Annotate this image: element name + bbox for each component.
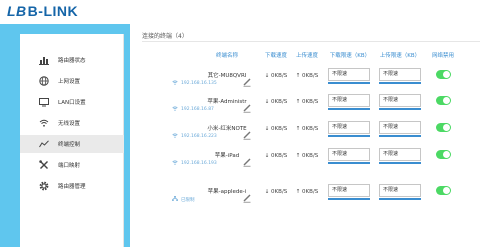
wifi-icon (172, 80, 178, 87)
sidebar-item-lan[interactable]: LAN口设置 (20, 93, 124, 111)
download-limit-input[interactable]: 不限速 (328, 121, 370, 134)
table-row: 苹果-iPad 192.168.16.193 ↓ 0KB/S ↑ 0KB/S 不… (130, 148, 500, 183)
table-row: 苹果-applede-i 已限制 ↓ 0KB/S ↑ 0KB/S 不限速 不限速 (130, 184, 500, 219)
device-name: 苹果-Administr (207, 99, 247, 105)
device-ip: 已限制 (172, 196, 195, 203)
device-ip: 192.168.16.193 (172, 160, 217, 167)
network-toggle[interactable] (436, 186, 451, 195)
download-limit-input[interactable]: 不限速 (328, 68, 370, 81)
top-header: LBB-LINK (0, 0, 500, 24)
upload-limit-input[interactable]: 不限速 (379, 148, 421, 161)
toggle-knob (443, 97, 450, 104)
download-limit-input[interactable]: 不限速 (328, 94, 370, 107)
network-toggle[interactable] (436, 70, 451, 79)
download-limit-slider[interactable] (328, 135, 370, 137)
edit-name-icon[interactable] (242, 152, 252, 167)
chart-bars-icon (38, 54, 50, 66)
wifi-icon (172, 133, 178, 140)
device-name: 小米-红米NOTE (207, 126, 247, 132)
device-name: 苹果-applede-i (207, 189, 247, 195)
sidebar: 路由器状态 上网设置 LAN口设置 无线设置 终端控制 端口映射 路由器管理 (20, 34, 124, 247)
column-header-network-disable: 网络禁用 (431, 53, 455, 59)
download-speed: ↓ 0KB/S (264, 126, 288, 132)
divider (142, 41, 480, 42)
sidebar-item-label: 无线设置 (58, 121, 81, 127)
upload-limit-input[interactable]: 不限速 (379, 184, 421, 197)
network-toggle[interactable] (436, 150, 451, 159)
upload-limit-slider[interactable] (379, 108, 421, 110)
toggle-knob (443, 124, 450, 131)
brand-logo: LBB-LINK (7, 3, 79, 19)
sidebar-item-label: 路由器状态 (58, 58, 86, 64)
upload-limit-slider[interactable] (379, 135, 421, 137)
upload-limit-slider[interactable] (379, 82, 421, 84)
sidebar-item-label: 端口映射 (58, 163, 81, 169)
terminal-panel: 连接的终端（4） 终端名称 下载速度 上传速度 下载限速（KB） 上传限速（KB… (130, 24, 500, 247)
sidebar-item-port-mapping[interactable]: 端口映射 (20, 156, 124, 174)
upload-limit-slider[interactable] (379, 162, 421, 164)
wifi-icon (38, 117, 50, 129)
sidebar-item-label: 上网设置 (58, 79, 81, 85)
sidebar-item-label: 路由器管理 (58, 184, 86, 190)
sidebar-item-internet[interactable]: 上网设置 (20, 72, 124, 90)
device-ip: 192.168.16.223 (172, 133, 217, 140)
download-speed: ↓ 0KB/S (264, 99, 288, 105)
lan-icon (172, 196, 178, 203)
device-ip: 192.168.16.135 (172, 80, 217, 87)
column-header-download-limit: 下载限速（KB） (329, 53, 371, 59)
edit-name-icon[interactable] (242, 98, 252, 113)
upload-limit-input[interactable]: 不限速 (379, 94, 421, 107)
toggle-knob (443, 187, 450, 194)
section-title: 连接的终端（4） (142, 33, 188, 40)
toggle-knob (443, 151, 450, 158)
download-speed: ↓ 0KB/S (264, 189, 288, 195)
upload-limit-slider[interactable] (379, 198, 421, 200)
edit-name-icon[interactable] (242, 188, 252, 203)
column-header-device-name: 终端名称 (215, 53, 239, 59)
column-header-upload-limit: 上传限速（KB） (379, 53, 421, 59)
download-limit-input[interactable]: 不限速 (328, 184, 370, 197)
globe-icon (38, 75, 50, 87)
sidebar-item-router-management[interactable]: 路由器管理 (20, 177, 124, 195)
download-speed: ↓ 0KB/S (264, 153, 288, 159)
wifi-icon (172, 160, 178, 167)
device-name: 苹果-iPad (214, 153, 240, 159)
upload-speed: ↑ 0KB/S (295, 189, 319, 195)
gear-icon (38, 180, 50, 192)
upload-speed: ↑ 0KB/S (295, 153, 319, 159)
tools-icon (38, 159, 50, 171)
upload-speed: ↑ 0KB/S (295, 99, 319, 105)
upload-speed: ↑ 0KB/S (295, 126, 319, 132)
upload-limit-input[interactable]: 不限速 (379, 121, 421, 134)
sidebar-item-label: LAN口设置 (58, 100, 86, 106)
upload-limit-input[interactable]: 不限速 (379, 68, 421, 81)
toggle-knob (443, 71, 450, 78)
download-speed: ↓ 0KB/S (264, 73, 288, 79)
trend-line-icon (38, 138, 50, 150)
column-header-upload-speed: 上传速度 (295, 53, 319, 59)
download-limit-input[interactable]: 不限速 (328, 148, 370, 161)
edit-name-icon[interactable] (242, 72, 252, 87)
sidebar-item-label: 终端控制 (58, 142, 81, 148)
upload-speed: ↑ 0KB/S (295, 73, 319, 79)
edit-name-icon[interactable] (242, 125, 252, 140)
sidebar-item-router-status[interactable]: 路由器状态 (20, 51, 124, 69)
device-ip: 192.168.16.87 (172, 106, 214, 113)
sidebar-item-terminal-control[interactable]: 终端控制 (20, 135, 124, 153)
download-limit-slider[interactable] (328, 198, 370, 200)
download-limit-slider[interactable] (328, 162, 370, 164)
monitor-icon (38, 96, 50, 108)
sidebar-item-wireless[interactable]: 无线设置 (20, 114, 124, 132)
wifi-icon (172, 106, 178, 113)
page-body: 路由器状态 上网设置 LAN口设置 无线设置 终端控制 端口映射 路由器管理 连… (0, 24, 500, 247)
download-limit-slider[interactable] (328, 82, 370, 84)
column-header-download-speed: 下载速度 (264, 53, 288, 59)
download-limit-slider[interactable] (328, 108, 370, 110)
network-toggle[interactable] (436, 123, 451, 132)
network-toggle[interactable] (436, 96, 451, 105)
device-name: 其它-MU8QVRI (207, 73, 247, 79)
